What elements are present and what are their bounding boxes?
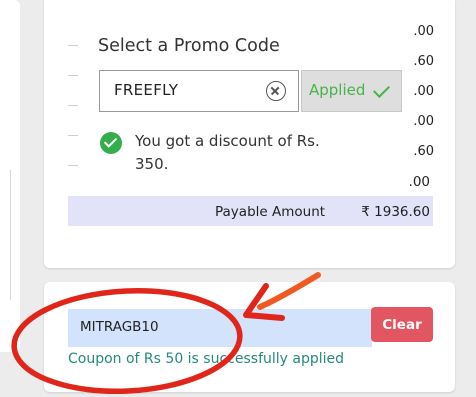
- left-panel-edge: [0, 170, 11, 300]
- promo-code-value: FREEFLY: [114, 81, 179, 99]
- applied-label: Applied: [309, 81, 366, 99]
- row-divider: [68, 75, 78, 76]
- row-divider: [68, 135, 78, 136]
- success-check-icon: [100, 132, 122, 154]
- payable-label: Payable Amount: [215, 204, 326, 220]
- clear-promo-icon[interactable]: [266, 81, 286, 101]
- promo-popup-title: Select a Promo Code: [98, 36, 280, 56]
- row-divider: [68, 105, 78, 106]
- promo-success-message: You got a discount of Rs. 350.: [135, 132, 320, 173]
- row-divider: [68, 165, 78, 166]
- row-divider: [68, 45, 78, 46]
- coupon-code-value: MITRAGB10: [80, 319, 159, 335]
- coupon-status-message: Coupon of Rs 50 is successfully applied: [68, 351, 345, 367]
- payable-value: ₹ 1936.60: [361, 204, 430, 220]
- clear-coupon-button[interactable]: Clear: [371, 307, 433, 342]
